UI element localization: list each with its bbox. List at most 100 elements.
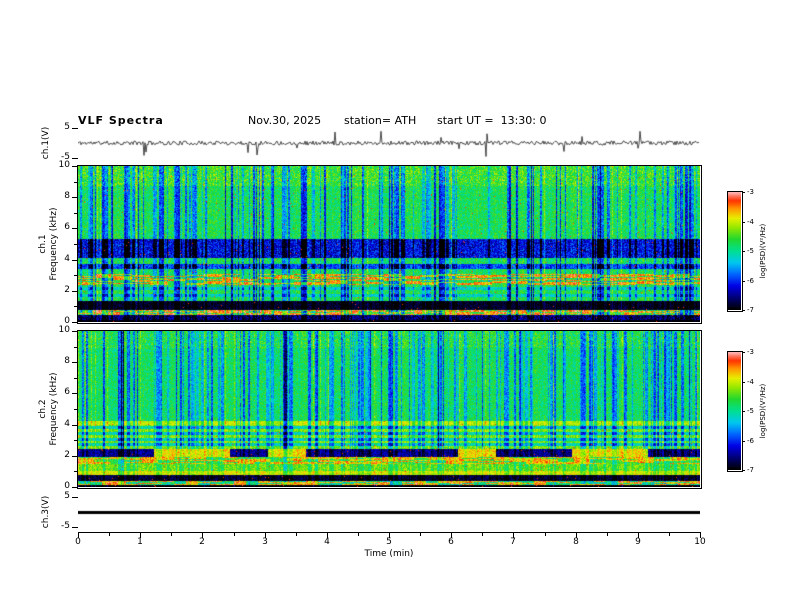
colorbar-2-label: log(PSD)(V²/Hz)	[759, 383, 767, 439]
spec2-ytick-minor	[74, 471, 78, 472]
figure-title: VLF Spectra	[78, 114, 164, 127]
spec2-ytick-label: 8	[64, 356, 70, 366]
x-tick-minor	[607, 533, 608, 536]
ch2-frequency-khz-label: Frequency (kHz)	[49, 372, 59, 446]
spec1-ytick-minor	[74, 244, 78, 245]
spec2-ytick-label: 2	[64, 450, 70, 460]
spec1-ytick-minor	[74, 182, 78, 183]
colorbar-1-tick-label: -5	[747, 247, 754, 255]
spec2-ytick-minor	[74, 378, 78, 379]
ch1_wave-ytick-mark	[72, 158, 78, 159]
spec1-ytick-minor	[74, 306, 78, 307]
spec2-ytick-minor	[74, 409, 78, 410]
colorbar-1-tick-label: -7	[747, 306, 754, 314]
spec2-ytick-mark	[72, 425, 78, 426]
x-tick-label: 4	[324, 537, 330, 547]
ch1_wave-ytick-mark	[72, 128, 78, 129]
spec1-ytick-mark	[72, 166, 78, 167]
x-tick-minor	[296, 533, 297, 536]
figure-date: Nov.30, 2025	[248, 114, 322, 127]
x-tick-minor	[109, 533, 110, 536]
colorbar-2-tick-mark	[742, 441, 745, 442]
x-tick-minor	[420, 533, 421, 536]
station-label: station= ATH	[344, 114, 417, 127]
colorbar-2-tick-label: -5	[747, 407, 754, 415]
colorbar-1-tick-label: -3	[747, 188, 754, 196]
x-tick-minor	[545, 533, 546, 536]
colorbar-1-tick-mark	[742, 281, 745, 282]
colorbar-2-tick-mark	[742, 411, 745, 412]
spec2-ytick-label: 0	[64, 481, 70, 491]
ch1_wave-ytick-label: 5	[64, 122, 70, 132]
start-ut-label: start UT = 13:30: 0	[437, 114, 547, 127]
colorbar-2-tick-mark	[742, 352, 745, 353]
spec1-ytick-mark	[72, 197, 78, 198]
colorbar-1-tick-mark	[742, 192, 745, 193]
spec1-ytick-label: 2	[64, 285, 70, 295]
x-tick-label: 5	[386, 537, 392, 547]
ch3_wave-ytick-label: -5	[61, 521, 70, 531]
x-tick-minor	[669, 533, 670, 536]
x-tick-minor	[171, 533, 172, 536]
colorbar-2-tick-label: -3	[747, 348, 754, 356]
colorbar-1-canvas	[728, 192, 741, 310]
ch3_wave-ytick-label: 5	[64, 491, 70, 501]
spec2-ytick-label: 10	[58, 325, 70, 335]
colorbar-2-tick-mark	[742, 470, 745, 471]
colorbar-1-tick-label: -6	[747, 277, 754, 285]
x-tick-minor	[358, 533, 359, 536]
spec1-ytick-minor	[74, 213, 78, 214]
ch1-frequency-khz-label: Frequency (kHz)	[49, 207, 59, 281]
spec2-ytick-mark	[72, 362, 78, 363]
spec1-ytick-minor	[74, 275, 78, 276]
spec2-ytick-mark	[72, 456, 78, 457]
spec1-ytick-mark	[72, 322, 78, 323]
x-tick-label: 10	[694, 537, 706, 547]
ch1_wave-ytick-label: -5	[61, 152, 70, 162]
colorbar-2-tick-mark	[742, 382, 745, 383]
colorbar-1-tick-mark	[742, 222, 745, 223]
x-tick-label: 9	[635, 537, 641, 547]
spec1-ytick-mark	[72, 228, 78, 229]
colorbar-2-tick-label: -7	[747, 466, 754, 474]
x-tick-label: 1	[137, 537, 143, 547]
spec1-ytick-mark	[72, 291, 78, 292]
colorbar-1-label: log(PSD)(V²/Hz)	[759, 223, 767, 279]
colorbar-1-tick-mark	[742, 310, 745, 311]
spec2-ytick-mark	[72, 487, 78, 488]
spec1-ytick-label: 10	[58, 160, 70, 170]
spec2-ytick-minor	[74, 440, 78, 441]
spec2-ytick-mark	[72, 331, 78, 332]
vlf-spectra-figure: VLF Spectra Nov.30, 2025 station= ATH st…	[0, 0, 792, 612]
ch1-spectrogram-canvas	[78, 166, 700, 322]
x-tick-minor	[482, 533, 483, 536]
x-tick-label: 6	[448, 537, 454, 547]
x-tick-label: 7	[510, 537, 516, 547]
spec2-ytick-minor	[74, 347, 78, 348]
ch1-label: ch.1	[38, 234, 48, 254]
x-tick-label: 8	[573, 537, 579, 547]
x-tick-label: 3	[262, 537, 268, 547]
ch3-waveform-canvas	[78, 492, 700, 532]
x-tick-minor	[234, 533, 235, 536]
spec2-ytick-mark	[72, 393, 78, 394]
ch2-frequency-axis-label: ch.2 Frequency (kHz)	[38, 372, 60, 445]
x-tick-label: 0	[75, 537, 81, 547]
ch3_wave-ytick-mark	[72, 497, 78, 498]
ch1-frequency-axis-label: ch.1 Frequency (kHz)	[38, 207, 60, 280]
spec1-ytick-mark	[72, 260, 78, 261]
colorbar-1-tick-mark	[742, 251, 745, 252]
ch2-label: ch.2	[38, 399, 48, 419]
spec1-ytick-label: 8	[64, 191, 70, 201]
colorbar-2-tick-label: -4	[747, 378, 754, 386]
colorbar-2-canvas	[728, 352, 741, 470]
spec1-ytick-label: 4	[64, 254, 70, 264]
ch3_wave-ytick-mark	[72, 527, 78, 528]
ch1-waveform-canvas	[78, 128, 700, 158]
ch2-spectrogram-canvas	[78, 331, 700, 487]
spec1-ytick-label: 6	[64, 222, 70, 232]
spec2-ytick-label: 4	[64, 419, 70, 429]
colorbar-2-tick-label: -6	[747, 437, 754, 445]
x-tick-label: 2	[199, 537, 205, 547]
x-axis-title: Time (min)	[364, 549, 414, 559]
